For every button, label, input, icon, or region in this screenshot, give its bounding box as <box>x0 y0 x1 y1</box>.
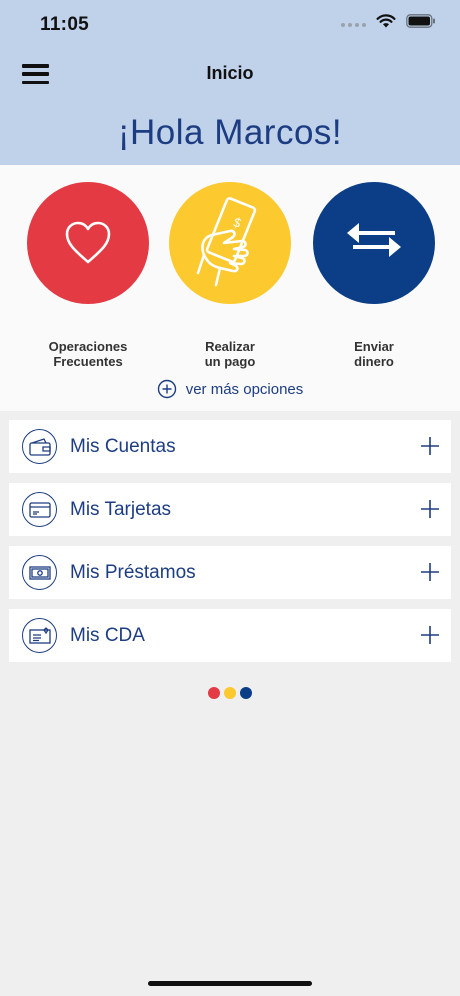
more-options-label: ver más opciones <box>185 380 304 398</box>
more-options-link[interactable]: ver más opciones <box>0 379 460 399</box>
hand-money-icon: $ <box>169 182 291 304</box>
signal-icon <box>341 15 366 27</box>
page-title: Inicio <box>206 63 254 83</box>
expand-plus-icon[interactable] <box>420 625 440 645</box>
certificate-icon <box>22 618 57 653</box>
svg-text:$: $ <box>230 215 243 232</box>
section-cards[interactable]: Mis Tarjetas <box>9 483 451 536</box>
expand-plus-icon[interactable] <box>420 499 440 519</box>
quick-action-frequent-operations[interactable]: Operaciones Frecuentes <box>18 182 158 369</box>
cash-icon <box>22 555 57 590</box>
section-label: Mis Tarjetas <box>70 499 172 520</box>
wallet-icon <box>22 429 57 464</box>
plus-circle-icon <box>157 379 176 399</box>
section-cda[interactable]: Mis CDA <box>9 609 451 662</box>
brand-dots <box>0 687 460 699</box>
brand-dot <box>224 687 236 699</box>
card-icon <box>22 492 57 527</box>
section-label: Mis Cuentas <box>70 436 176 457</box>
quick-action-send-money[interactable]: Enviar dinero <box>304 182 444 369</box>
status-icons <box>341 14 436 28</box>
section-accounts[interactable]: Mis Cuentas <box>9 420 451 473</box>
section-label: Mis CDA <box>70 625 145 646</box>
section-loans[interactable]: Mis Préstamos <box>9 546 451 599</box>
section-label: Mis Préstamos <box>70 562 196 583</box>
expand-plus-icon[interactable] <box>420 562 440 582</box>
header: 11:05 Inicio ¡Hola Marcos! <box>0 0 460 165</box>
brand-dot <box>208 687 220 699</box>
quick-actions: Operaciones Frecuentes $ Realizar un pag… <box>0 165 460 411</box>
quick-action-label: Operaciones Frecuentes <box>48 339 128 369</box>
battery-icon <box>406 14 435 28</box>
greeting-text: ¡Hola Marcos! <box>117 113 343 152</box>
quick-action-make-payment[interactable]: $ Realizar un pago <box>160 182 300 369</box>
transfer-arrows-icon <box>313 182 435 304</box>
expand-plus-icon[interactable] <box>420 436 440 456</box>
home-indicator[interactable] <box>148 981 312 986</box>
wifi-icon <box>376 14 396 28</box>
heart-icon <box>27 182 149 304</box>
product-sections: Mis Cuentas Mis Tarjetas Mis Préstamos M… <box>9 420 451 672</box>
status-time: 11:05 <box>40 14 90 35</box>
quick-action-label: Realizar un pago <box>204 339 256 369</box>
quick-action-label: Enviar dinero <box>354 339 394 369</box>
brand-dot <box>240 687 252 699</box>
